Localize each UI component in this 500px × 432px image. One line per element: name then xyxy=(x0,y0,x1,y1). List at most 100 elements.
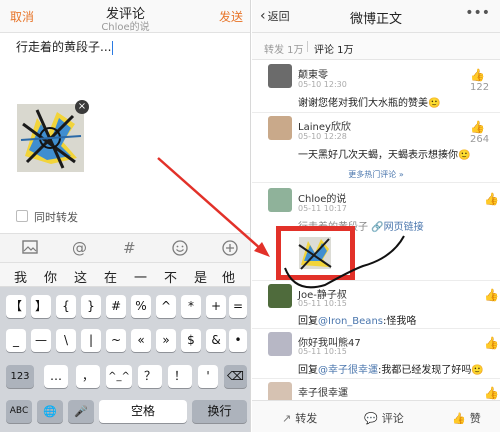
plus-icon[interactable] xyxy=(222,240,238,259)
keyboard: 【 】 { } # % ^ * + = _ — \ | ~ « » $ & • … xyxy=(0,287,250,432)
repost-checkbox[interactable] xyxy=(16,210,28,222)
candidate-word[interactable]: 在 xyxy=(104,267,117,286)
graffiti-image xyxy=(17,104,84,172)
more-icon[interactable]: ••• xyxy=(465,5,490,21)
key[interactable]: \ xyxy=(56,329,76,352)
key[interactable]: ！ xyxy=(168,365,192,388)
comment-label: 评论 xyxy=(381,412,404,425)
key[interactable]: 【 xyxy=(6,295,26,318)
like-button[interactable]: 👍264 xyxy=(470,120,500,145)
avatar[interactable] xyxy=(268,64,292,88)
thumbs-up-icon: 👍 xyxy=(484,192,499,206)
candidate-word[interactable]: 这 xyxy=(74,267,87,286)
comment-author[interactable]: 颠東零 xyxy=(298,66,328,81)
compose-subtitle: Chloe的说 xyxy=(101,22,150,33)
key[interactable]: { xyxy=(56,295,76,318)
key[interactable]: ^_^ xyxy=(106,365,132,388)
comment-author[interactable]: Chloe的说 xyxy=(298,190,346,205)
candidate-word[interactable]: 我 xyxy=(14,267,27,286)
web-link[interactable]: 🔗网页链接 xyxy=(371,222,423,233)
candidate-word[interactable]: 一 xyxy=(134,267,147,286)
compose-text-area[interactable]: 行走着的黄段子... xyxy=(16,38,114,55)
microphone-key[interactable]: 🎤 xyxy=(68,400,94,423)
key[interactable]: … xyxy=(44,365,68,388)
space-key[interactable]: 空格 xyxy=(99,400,187,423)
key[interactable]: | xyxy=(81,329,101,352)
tab-comment[interactable]: 评论 1万 xyxy=(314,41,354,56)
post-tabs: 转发 1万 评论 1万 xyxy=(252,33,500,60)
key[interactable]: ^ xyxy=(156,295,176,318)
weibo-post-screen: ‹ 返回 微博正文 ••• 转发 1万 评论 1万 颠東零 05-10 12:30… xyxy=(252,0,500,432)
key[interactable]: * xyxy=(181,295,201,318)
like-post-button[interactable]: 👍 赞 xyxy=(452,410,481,426)
comment-button[interactable]: 💬 评论 xyxy=(364,410,404,426)
key[interactable]: ， xyxy=(76,365,100,388)
key[interactable]: + xyxy=(206,295,226,318)
compose-text: 行走着的黄段子... xyxy=(16,40,112,54)
key[interactable]: ？ xyxy=(138,365,162,388)
tab-repost[interactable]: 转发 1万 xyxy=(264,41,304,56)
post-title: 微博正文 xyxy=(349,12,402,27)
like-label: 赞 xyxy=(469,412,481,425)
key[interactable]: = xyxy=(229,295,247,318)
key[interactable]: • xyxy=(229,329,247,352)
repost-checkbox-label: 同时转发 xyxy=(34,211,78,224)
compose-nav-bar: 取消 发评论 Chloe的说 发送 xyxy=(0,0,250,33)
avatar[interactable] xyxy=(268,284,292,308)
reply-prefix: 回复 xyxy=(298,316,318,327)
key[interactable]: # xyxy=(106,295,126,318)
key[interactable]: _ xyxy=(6,329,26,352)
key[interactable]: & xyxy=(206,329,226,352)
avatar[interactable] xyxy=(268,188,292,212)
return-key[interactable]: 换行 xyxy=(192,400,247,423)
avatar[interactable] xyxy=(268,332,292,356)
like-button[interactable]: 👍 xyxy=(484,192,500,206)
comment-author[interactable]: 幸子很幸運 xyxy=(298,384,348,399)
like-button[interactable]: 👍 xyxy=(484,386,500,400)
key[interactable]: « xyxy=(131,329,151,352)
key[interactable]: » xyxy=(156,329,176,352)
key[interactable]: ' xyxy=(198,365,218,388)
remove-image-icon[interactable]: × xyxy=(75,100,89,114)
repost-button[interactable]: ↗ 转发 xyxy=(282,410,317,426)
emoji-icon[interactable] xyxy=(172,240,188,259)
image-icon[interactable] xyxy=(22,240,38,257)
candidate-word[interactable]: 他 xyxy=(222,267,235,286)
key[interactable]: 】 xyxy=(31,295,51,318)
mention-link[interactable]: @幸子很幸運 xyxy=(318,365,378,376)
more-hot-comments-link[interactable]: 更多热门评论 » xyxy=(252,169,500,180)
hashtag-icon[interactable]: # xyxy=(123,240,136,256)
avatar[interactable] xyxy=(268,116,292,140)
comment-image-highlight[interactable] xyxy=(276,226,355,280)
comment-icon: 💬 xyxy=(364,412,378,425)
abc-key[interactable]: ABC xyxy=(6,400,32,423)
key[interactable]: } xyxy=(81,295,101,318)
mention-link[interactable]: @Iron_Beans xyxy=(318,316,383,327)
comment-time: 05-11 10:15 xyxy=(298,347,347,356)
tab-divider xyxy=(307,41,308,52)
key[interactable]: — xyxy=(31,329,51,352)
key[interactable]: ~ xyxy=(106,329,126,352)
candidate-word[interactable]: 不 xyxy=(164,267,177,286)
like-button[interactable]: 👍 xyxy=(484,288,500,302)
key[interactable]: $ xyxy=(181,329,201,352)
globe-key[interactable]: 🌐 xyxy=(37,400,63,423)
compose-comment-screen: 取消 发评论 Chloe的说 发送 行走着的黄段子... × 同时转发 @ # xyxy=(0,0,251,432)
thumbs-up-icon: 👍 xyxy=(484,386,499,400)
at-icon[interactable]: @ xyxy=(72,240,87,256)
delete-key[interactable]: ⌫ xyxy=(224,365,247,388)
comment-divider xyxy=(252,182,500,183)
attached-image-thumbnail[interactable] xyxy=(17,104,84,172)
thumbs-up-icon: 👍 xyxy=(484,336,499,350)
comment-author[interactable]: Lainey欣欣 xyxy=(298,118,351,133)
thumbs-up-icon: 👍 xyxy=(452,412,466,425)
comment-divider xyxy=(252,378,500,379)
web-link-label: 网页链接 xyxy=(383,222,424,233)
numbers-key[interactable]: 123 xyxy=(6,365,34,388)
key[interactable]: % xyxy=(131,295,151,318)
like-button[interactable]: 👍122 xyxy=(470,68,500,93)
candidate-word[interactable]: 是 xyxy=(194,267,207,286)
candidate-word[interactable]: 你 xyxy=(44,267,57,286)
send-button[interactable]: 发送 xyxy=(219,8,243,25)
like-button[interactable]: 👍 xyxy=(484,336,500,350)
